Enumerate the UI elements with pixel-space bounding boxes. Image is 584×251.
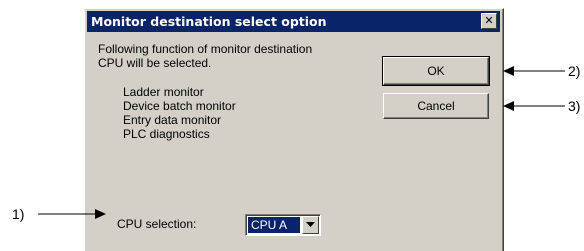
callout-arrows bbox=[38, 66, 565, 219]
callout-label-ok: 2) bbox=[568, 63, 581, 79]
callout-arrowhead-cpu-selection bbox=[95, 209, 106, 219]
callout-arrowhead-ok bbox=[503, 66, 514, 76]
callout-label-cancel: 3) bbox=[568, 98, 581, 114]
callout-arrowhead-cancel bbox=[503, 101, 514, 111]
callout-label-cpu-selection: 1) bbox=[12, 206, 25, 222]
